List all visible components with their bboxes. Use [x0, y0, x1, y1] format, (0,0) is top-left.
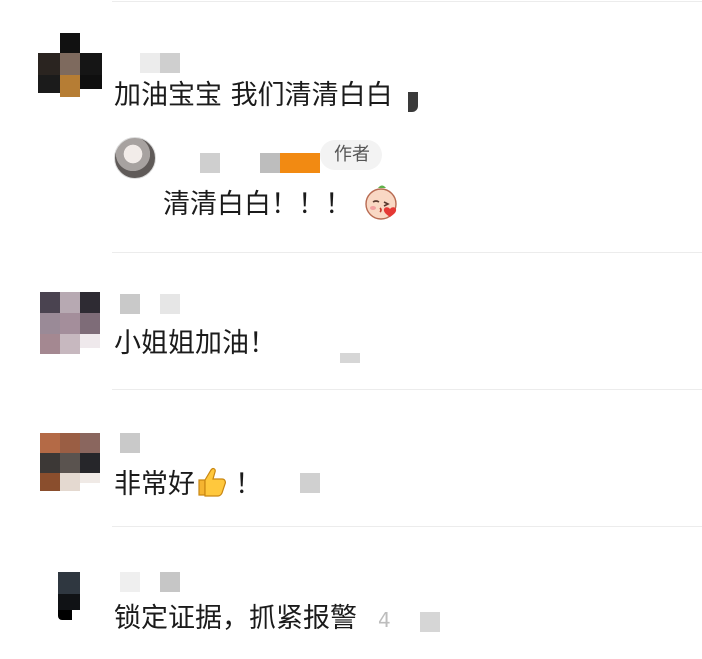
mosaic-fragment — [408, 92, 418, 112]
mosaic-fragment — [340, 353, 360, 363]
mosaic-fragment — [300, 473, 320, 493]
avatar[interactable] — [40, 433, 100, 491]
trailing-char: 4 — [378, 608, 391, 632]
comment-text-main: 非常好 — [114, 469, 195, 500]
comment-text: 非常好 ！ — [114, 465, 262, 502]
comment-text: 锁定证据，抓紧报警 — [114, 603, 357, 634]
reply-text: 清清白白！！！ — [163, 189, 352, 220]
divider — [112, 526, 702, 527]
comment-text: 加油宝宝 我们清清白白 — [114, 80, 393, 111]
divider — [112, 252, 702, 253]
divider — [112, 389, 702, 390]
comment-text-suffix: ！ — [235, 469, 262, 500]
avatar[interactable] — [40, 292, 100, 354]
thumbs-up-icon — [195, 465, 229, 499]
avatar[interactable] — [58, 572, 82, 624]
avatar[interactable] — [38, 33, 102, 97]
avatar[interactable] — [114, 137, 156, 179]
mosaic-fragment — [420, 612, 440, 632]
kiss-face-icon — [364, 183, 400, 221]
divider — [112, 1, 702, 2]
comment-text: 小姐姐加油！ — [114, 328, 276, 359]
author-badge: 作者 — [320, 140, 382, 170]
